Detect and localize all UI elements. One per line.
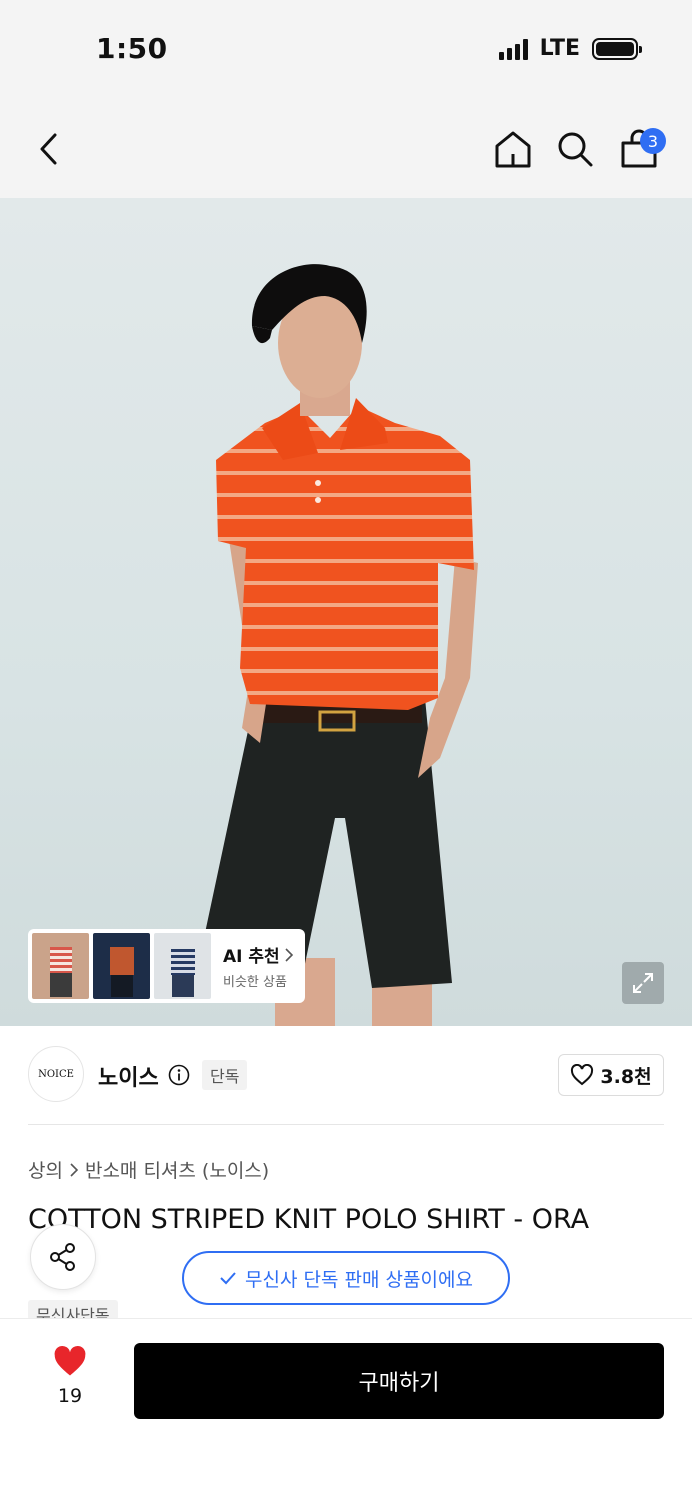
top-nav: 3 — [0, 100, 692, 198]
cart-count-badge: 3 — [640, 128, 666, 154]
brand-name[interactable]: 노이스 — [98, 1060, 159, 1092]
network-label: LTE — [539, 36, 580, 61]
musinsa-exclusive-tag: 무신사단독 — [28, 1300, 118, 1320]
check-icon — [220, 1272, 236, 1285]
status-time: 1:50 — [96, 32, 168, 65]
recommend-thumbnail[interactable] — [32, 933, 89, 999]
brand-logo[interactable]: NOICE — [28, 1046, 84, 1102]
expand-image-button[interactable] — [622, 962, 664, 1004]
home-button[interactable] — [488, 122, 538, 176]
exclusive-chip: 단독 — [202, 1060, 248, 1090]
status-indicators: LTE — [498, 36, 642, 61]
signal-icon — [498, 38, 528, 60]
exclusive-sale-text: 무신사 단독 판매 상품이에요 — [245, 1268, 473, 1291]
bottom-action-bar: 19 구매하기 — [0, 1318, 692, 1500]
exclusive-sale-banner: 무신사 단독 판매 상품이에요 — [182, 1251, 510, 1305]
brand-like-count: 3.8천 — [600, 1065, 652, 1088]
chevron-right-icon — [285, 947, 293, 962]
heart-filled-icon — [54, 1345, 86, 1376]
breadcrumb: 상의 반소매 티셔츠 (노이스) — [28, 1156, 269, 1183]
product-image[interactable]: AI 추천 비슷한 상품 — [0, 198, 692, 1026]
recommend-thumbnail[interactable] — [154, 933, 211, 999]
model-photo — [195, 264, 478, 1026]
status-bar: 1:50 LTE — [0, 0, 692, 100]
breadcrumb-subcategory[interactable]: 반소매 티셔츠 (노이스) — [85, 1156, 269, 1183]
recommend-thumbnail[interactable] — [93, 933, 150, 999]
ai-recommend-subtitle: 비슷한 상품 — [223, 975, 287, 990]
breadcrumb-category[interactable]: 상의 — [28, 1156, 63, 1183]
cart-button[interactable]: 3 — [614, 122, 666, 176]
search-icon — [558, 132, 593, 167]
info-icon[interactable] — [168, 1064, 190, 1086]
like-count: 19 — [57, 1385, 83, 1407]
buy-button[interactable]: 구매하기 — [134, 1343, 664, 1419]
share-icon — [50, 1243, 75, 1271]
home-icon — [495, 131, 531, 168]
ai-recommend-text: AI 추천 비슷한 상품 — [223, 942, 294, 990]
divider — [28, 1124, 664, 1125]
like-button[interactable]: 19 — [40, 1345, 100, 1407]
brand-row: NOICE 노이스 단독 3.8천 — [0, 1026, 692, 1124]
search-button[interactable] — [550, 122, 600, 176]
ai-recommend-title: AI 추천 — [223, 947, 280, 967]
share-button[interactable] — [30, 1224, 96, 1290]
heart-outline-icon — [571, 1064, 594, 1086]
back-icon — [40, 133, 57, 165]
chevron-right-icon — [70, 1162, 79, 1177]
expand-icon — [633, 973, 653, 993]
brand-like-button[interactable]: 3.8천 — [558, 1054, 664, 1096]
battery-icon — [592, 37, 642, 60]
ai-recommend-card[interactable]: AI 추천 비슷한 상품 — [28, 929, 305, 1003]
product-title: COTTON STRIPED KNIT POLO SHIRT - ORA — [28, 1204, 590, 1235]
back-button[interactable] — [24, 122, 74, 176]
